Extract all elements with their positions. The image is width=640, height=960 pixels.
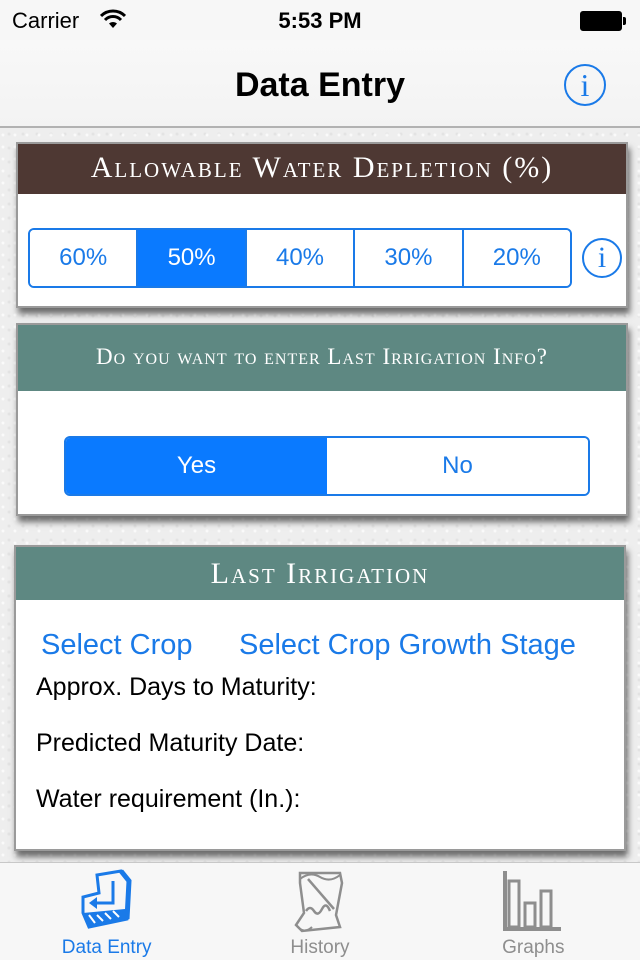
info-icon[interactable]: i [564,64,606,106]
data-entry-icon [81,869,132,929]
last-irrigation-card: Last Irrigation Select Crop Select Crop … [14,545,626,851]
segment-yes[interactable]: Yes [66,438,327,494]
segment-60[interactable]: 60% [30,230,139,286]
bar-chart-icon [503,871,562,931]
irrigation-prompt-header: Do you want to enter Last Irrigation Inf… [18,325,626,391]
page-title: Data Entry [234,66,406,104]
tab-graphs[interactable]: Graphs [427,863,640,960]
tab-bar: Data Entry History Graphs [0,862,640,960]
last-irrigation-header: Last Irrigation [16,547,624,600]
clock: 5:53 PM [278,8,362,33]
segment-50[interactable]: 50% [138,230,247,286]
scroll-icon [294,871,344,933]
days-to-maturity-label: Approx. Days to Maturity: [36,673,317,701]
segment-30[interactable]: 30% [355,230,464,286]
yes-no-segmented-control: Yes No [64,436,590,496]
select-growth-stage-button[interactable]: Select Crop Growth Stage [239,629,576,662]
segment-40[interactable]: 40% [246,230,356,286]
tab-label-history: History [290,937,350,958]
depletion-header: Allowable Water Depletion (%) [18,144,626,194]
status-bar: Carrier 5:53 PM [0,0,640,40]
irrigation-prompt-card: Do you want to enter Last Irrigation Inf… [16,323,628,516]
battery-full-icon [580,11,626,31]
depletion-segmented-control: 60% 50% 40% 30% 20% [28,228,572,288]
tab-data-entry[interactable]: Data Entry [0,863,213,960]
tab-label-graphs: Graphs [502,937,565,958]
depletion-info-icon[interactable]: i [582,238,622,278]
segment-no[interactable]: No [327,438,588,494]
navigation-bar: Data Entry i [0,40,640,128]
segment-20[interactable]: 20% [463,230,570,286]
water-requirement-label: Water requirement (In.): [36,785,301,813]
tab-history[interactable]: History [213,863,426,960]
maturity-date-label: Predicted Maturity Date: [36,729,305,757]
tab-label-data-entry: Data Entry [61,937,152,958]
depletion-card: Allowable Water Depletion (%) 60% 50% 40… [16,142,628,308]
select-crop-button[interactable]: Select Crop [41,629,193,662]
